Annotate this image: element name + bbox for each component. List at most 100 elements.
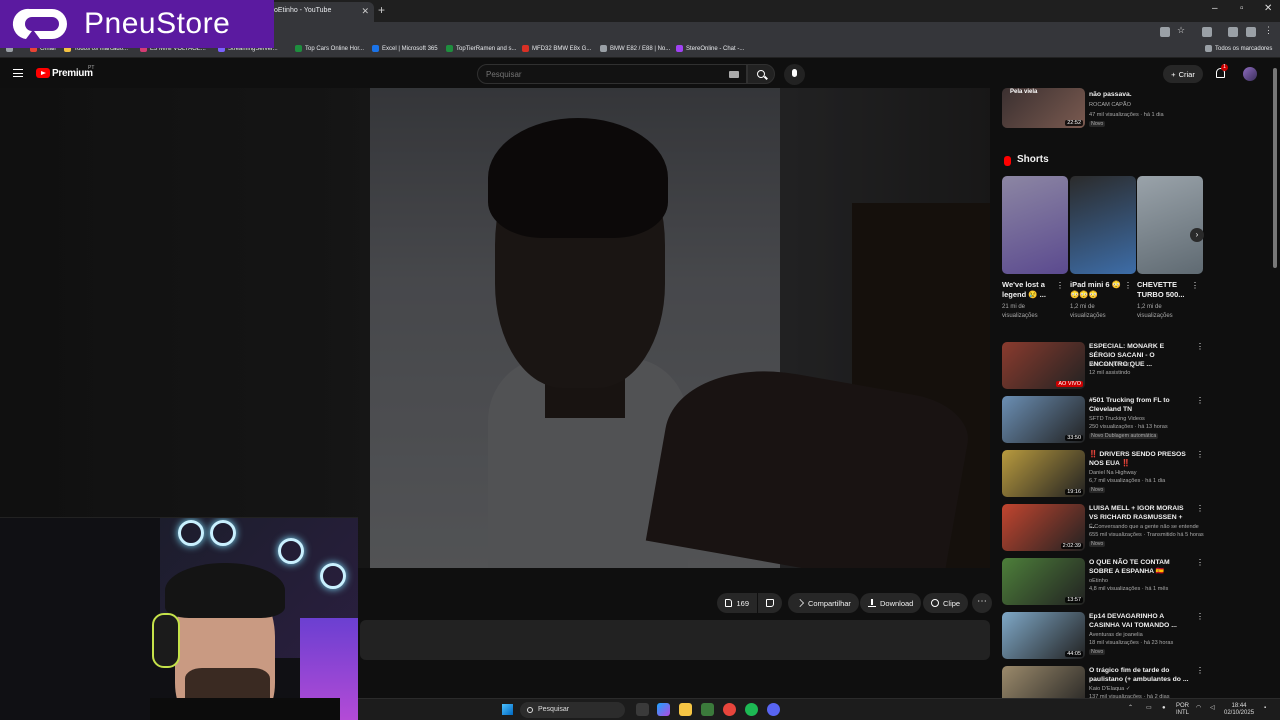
- video-title[interactable]: O trágico fim de tarde do paulistano (+ …: [1089, 666, 1189, 684]
- cast-icon[interactable]: [1160, 27, 1170, 37]
- browser-tab-youtube[interactable]: oEtinho - YouTube ✕: [262, 2, 374, 22]
- video-menu-icon[interactable]: ⋮: [1196, 612, 1204, 621]
- short-menu-icon[interactable]: ⋮: [1191, 281, 1199, 290]
- clock[interactable]: 18:44 02/10/2025: [1224, 703, 1254, 717]
- tab-close-icon[interactable]: ✕: [361, 2, 369, 20]
- dislike-button[interactable]: [758, 593, 782, 613]
- bookmark-item[interactable]: MFD32 BMW E8x G...: [522, 45, 591, 52]
- window-maximize-button[interactable]: ▫: [1240, 3, 1244, 14]
- video-channel[interactable]: oEtinho: [1089, 577, 1108, 585]
- network-icon[interactable]: ▭: [1146, 705, 1152, 712]
- create-button[interactable]: + Criar: [1163, 65, 1203, 83]
- video-thumbnail[interactable]: 2:02:39: [1002, 504, 1085, 551]
- file-explorer-icon[interactable]: [679, 703, 692, 716]
- profile-icon[interactable]: [1228, 27, 1238, 37]
- hamburger-menu-icon[interactable]: [13, 69, 23, 77]
- video-menu-icon[interactable]: ⋮: [1196, 504, 1204, 513]
- video-channel[interactable]: SFTD Trucking Videos: [1089, 415, 1145, 423]
- tray-chevron-icon[interactable]: ⌃: [1128, 705, 1133, 712]
- plus-icon: +: [1171, 69, 1176, 79]
- search-button[interactable]: [747, 64, 775, 84]
- like-button[interactable]: 169: [717, 593, 757, 613]
- video-channel[interactable]: RedCast [Oficial]: [1089, 361, 1131, 369]
- video-player[interactable]: [0, 88, 990, 568]
- video-title[interactable]: Ep14 DEVAGARINHO A CASINHA VAI TOMANDO .…: [1089, 612, 1189, 630]
- video-menu-icon[interactable]: ⋮: [1196, 450, 1204, 459]
- video-channel[interactable]: Aventuras de joanelia: [1089, 631, 1143, 639]
- webcam-cap: [165, 563, 285, 618]
- short-title[interactable]: CHEVETTE TURBO 500...: [1137, 280, 1193, 300]
- share-button[interactable]: Compartilhar: [788, 593, 859, 613]
- video-channel[interactable]: Kaio D'Elaqua ✓: [1089, 685, 1131, 693]
- bookmark-item[interactable]: Top Cars Online Hor...: [295, 45, 364, 52]
- short-thumbnail[interactable]: [1070, 176, 1136, 274]
- more-actions-button[interactable]: ⋯: [972, 593, 992, 613]
- windows-start-icon[interactable]: [502, 704, 513, 715]
- microphone-tray-icon[interactable]: ●: [1162, 705, 1166, 712]
- task-view-icon[interactable]: [636, 703, 649, 716]
- window-close-button[interactable]: ✕: [1264, 3, 1272, 14]
- video-menu-icon[interactable]: ⋮: [1196, 342, 1204, 351]
- video-thumbnail[interactable]: [1002, 666, 1085, 698]
- browser-menu-icon[interactable]: ⋮: [1264, 25, 1274, 35]
- account-avatar[interactable]: [1243, 67, 1257, 81]
- window-minimize-button[interactable]: ‒: [1212, 3, 1218, 14]
- extensions-icon[interactable]: [1202, 27, 1212, 37]
- bookmark-item[interactable]: TopTierRamen and s...: [446, 45, 516, 52]
- voice-search-button[interactable]: [784, 64, 805, 85]
- language-indicator[interactable]: POR INTL: [1176, 703, 1189, 717]
- bookmark-item[interactable]: StereOnline - Chat -...: [676, 45, 744, 52]
- short-menu-icon[interactable]: ⋮: [1056, 281, 1064, 290]
- video-thumbnail[interactable]: 44:05: [1002, 612, 1085, 659]
- taskbar-search[interactable]: Pesquisar: [520, 702, 625, 718]
- video-channel[interactable]: É Conversando que a gente não se entende: [1089, 523, 1199, 531]
- video-duration: 19:16: [1065, 489, 1083, 495]
- clip-button[interactable]: Clipe: [923, 593, 969, 613]
- store-icon[interactable]: [701, 703, 714, 716]
- video-menu-icon[interactable]: ⋮: [1196, 396, 1204, 405]
- edit-icon[interactable]: [1246, 27, 1256, 37]
- copilot-icon[interactable]: [657, 703, 670, 716]
- short-thumbnail[interactable]: [1137, 176, 1203, 274]
- short-title[interactable]: We've lost a legend 😢 ...: [1002, 280, 1058, 300]
- youtube-premium-wordmark[interactable]: Premium: [52, 68, 93, 79]
- discord-icon[interactable]: [767, 703, 780, 716]
- short-views: 1,2 mi de visualizações: [1137, 304, 1173, 319]
- video-title[interactable]: O QUE NÃO TE CONTAM SOBRE A ESPANHA 🇪🇸: [1089, 558, 1189, 576]
- video-channel[interactable]: Daniel Na Highway: [1089, 469, 1137, 477]
- video-thumbnail[interactable]: Pela viela 22:52: [1002, 88, 1085, 128]
- video-channel[interactable]: ROCAM CAPÃO: [1089, 101, 1131, 109]
- short-thumbnail[interactable]: [1002, 176, 1068, 274]
- video-title[interactable]: ‼️ DRIVERS SENDO PRESOS NOS EUA ‼️: [1089, 450, 1189, 468]
- spotify-icon[interactable]: [745, 703, 758, 716]
- video-thumbnail[interactable]: 33:50: [1002, 396, 1085, 443]
- video-description-box[interactable]: [360, 620, 990, 660]
- volume-icon[interactable]: ◁: [1210, 705, 1215, 712]
- bookmark-item[interactable]: Excel | Microsoft 365: [372, 45, 438, 52]
- download-button[interactable]: Download: [860, 593, 922, 613]
- bookmark-item[interactable]: BMW E82 / E88 | No...: [600, 45, 670, 52]
- video-menu-icon[interactable]: ⋮: [1196, 666, 1204, 675]
- wifi-icon[interactable]: ◠: [1196, 705, 1201, 712]
- video-menu-icon[interactable]: ⋮: [1196, 558, 1204, 567]
- search-input[interactable]: [486, 70, 716, 79]
- video-thumbnail[interactable]: 13:57: [1002, 558, 1085, 605]
- search-box[interactable]: [477, 64, 747, 84]
- all-bookmarks-button[interactable]: Todos os marcadores: [1205, 45, 1272, 52]
- video-duration: 22:52: [1065, 120, 1083, 126]
- scrollbar-thumb[interactable]: [1273, 68, 1277, 268]
- chevron-right-icon[interactable]: ›: [1190, 228, 1204, 242]
- short-menu-icon[interactable]: ⋮: [1124, 281, 1132, 290]
- short-title[interactable]: iPad mini 6 😳😳😳😳: [1070, 280, 1126, 300]
- keyboard-icon[interactable]: [729, 71, 739, 78]
- video-thumbnail[interactable]: 19:16: [1002, 450, 1085, 497]
- page-scrollbar[interactable]: [1272, 60, 1278, 700]
- new-tab-button[interactable]: +: [378, 3, 385, 17]
- video-thumbnail[interactable]: AO VIVO: [1002, 342, 1085, 389]
- chrome-icon[interactable]: [723, 703, 736, 716]
- star-icon[interactable]: ☆: [1177, 25, 1187, 35]
- video-title[interactable]: não passava.: [1089, 90, 1189, 99]
- video-title[interactable]: #501 Trucking from FL to Cleveland TN: [1089, 396, 1189, 414]
- notification-center-icon[interactable]: ▪: [1264, 705, 1266, 712]
- youtube-logo-icon[interactable]: [36, 68, 50, 78]
